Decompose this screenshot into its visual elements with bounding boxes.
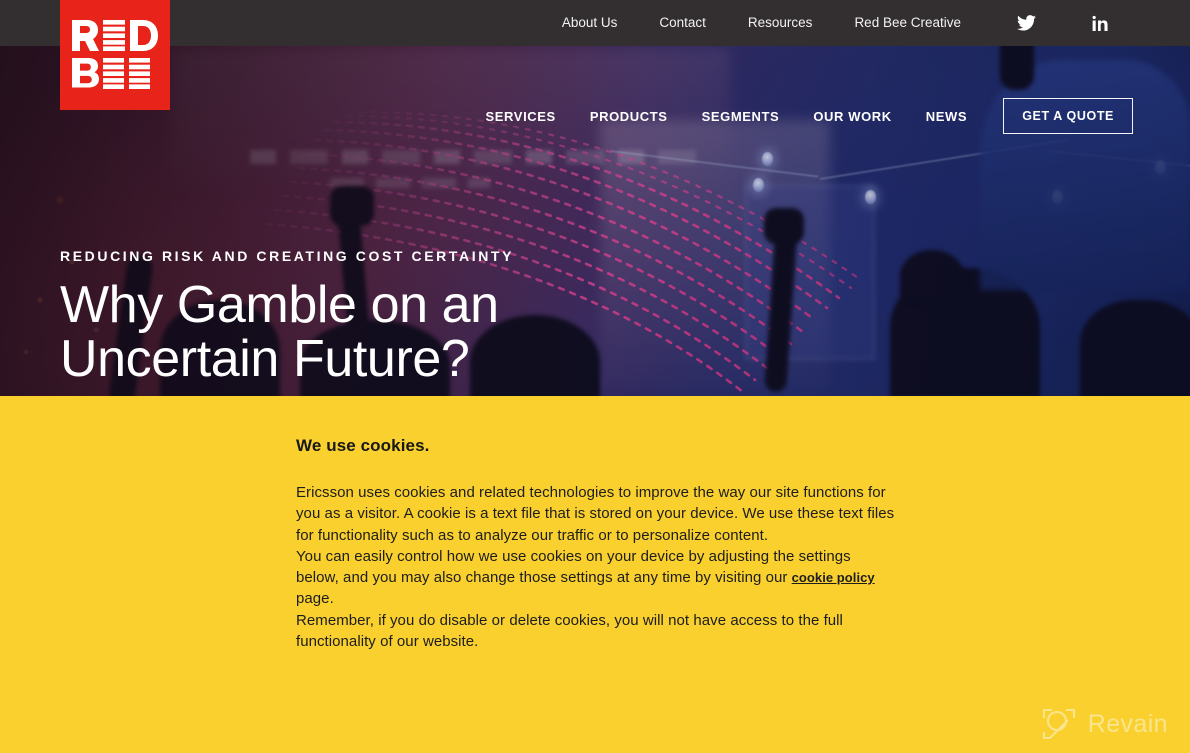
cookie-paragraph-2: You can easily control how we use cookie… — [296, 546, 896, 610]
revain-logo-icon — [1042, 708, 1075, 740]
hero-text-block: REDUCING RISK AND CREATING COST CERTAINT… — [60, 248, 514, 386]
linkedin-icon[interactable] — [1071, 15, 1130, 31]
cookie-paragraph-3: Remember, if you do disable or delete co… — [296, 611, 843, 651]
hero-title-line-1: Why Gamble on an — [60, 276, 499, 334]
cookie-paragraph-2-before: You can easily control how we use cookie… — [296, 547, 851, 587]
nav-link-news[interactable]: NEWS — [909, 109, 984, 124]
top-utility-bar: About Us Contact Resources Red Bee Creat… — [0, 0, 1190, 46]
cookie-policy-link[interactable]: cookie policy — [792, 570, 875, 585]
hero-title-line-2: Uncertain Future? — [60, 330, 470, 389]
red-bee-logo[interactable] — [60, 0, 170, 110]
topnav-link-resources[interactable]: Resources — [727, 0, 834, 46]
twitter-icon[interactable] — [996, 15, 1057, 31]
main-navigation: SERVICES PRODUCTS SEGMENTS OUR WORK NEWS… — [469, 98, 1133, 134]
nav-link-segments[interactable]: SEGMENTS — [685, 109, 797, 124]
cookie-consent-banner: We use cookies. Ericsson uses cookies an… — [0, 396, 1190, 753]
red-bee-logo-mark — [72, 20, 158, 89]
revain-watermark-label: Revain — [1087, 709, 1168, 738]
revain-watermark: Revain — [1041, 707, 1168, 741]
cookie-banner-body: Ericsson uses cookies and related techno… — [296, 482, 896, 652]
hero-eyebrow: REDUCING RISK AND CREATING COST CERTAINT… — [60, 248, 515, 264]
nav-link-products[interactable]: PRODUCTS — [573, 109, 685, 124]
page-root: About Us Contact Resources Red Bee Creat… — [0, 0, 1190, 753]
cookie-content: We use cookies. Ericsson uses cookies an… — [296, 436, 896, 652]
get-a-quote-button[interactable]: GET A QUOTE — [1003, 98, 1133, 134]
topnav-link-contact[interactable]: Contact — [638, 0, 727, 46]
topnav-link-about-us[interactable]: About Us — [541, 0, 639, 46]
nav-link-our-work[interactable]: OUR WORK — [796, 109, 908, 124]
cookie-banner-title: We use cookies. — [296, 436, 430, 455]
cookie-paragraph-1: Ericsson uses cookies and related techno… — [296, 484, 895, 544]
social-links — [982, 15, 1130, 31]
top-utility-nav: About Us Contact Resources Red Bee Creat… — [541, 0, 1130, 46]
cookie-paragraph-2-after: page. — [296, 590, 334, 608]
topnav-link-red-bee-creative[interactable]: Red Bee Creative — [833, 0, 982, 46]
nav-link-services[interactable]: SERVICES — [469, 109, 573, 124]
hero-title: Why Gamble on an Uncertain Future? — [60, 278, 514, 386]
